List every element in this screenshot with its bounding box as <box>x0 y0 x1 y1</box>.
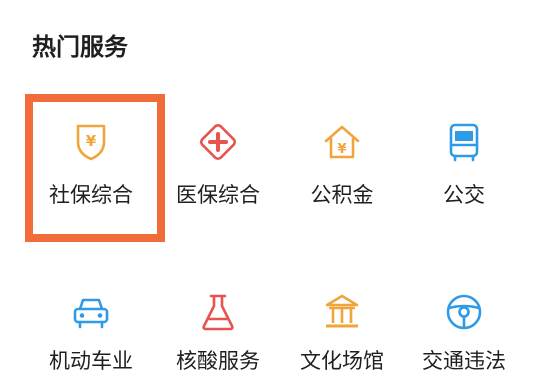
section-title: 热门服务 <box>32 33 128 61</box>
service-cultural-venue[interactable]: 文化场馆 <box>280 270 404 390</box>
social-security-shield-icon: ¥ <box>69 120 113 164</box>
housing-fund-house-icon: ¥ <box>320 120 364 164</box>
service-label: 文化场馆 <box>300 349 384 373</box>
bus-icon <box>442 120 486 164</box>
service-label: 核酸服务 <box>176 349 260 373</box>
service-bus[interactable]: 公交 <box>402 94 526 214</box>
svg-text:¥: ¥ <box>86 132 97 150</box>
svg-text:¥: ¥ <box>337 142 346 157</box>
services-row-2: 机动车业 核酸服务 文化场馆 交通违法 <box>25 270 522 390</box>
service-social-security[interactable]: ¥ 社保综合 <box>29 94 153 214</box>
service-vehicle[interactable]: 机动车业 <box>29 270 153 390</box>
service-label: 社保综合 <box>49 183 133 207</box>
service-label: 公交 <box>443 183 485 207</box>
service-housing-fund[interactable]: ¥ 公积金 <box>280 94 404 214</box>
medical-cross-icon <box>196 120 240 164</box>
service-nucleic-acid[interactable]: 核酸服务 <box>156 270 280 390</box>
museum-icon <box>320 290 364 334</box>
car-icon <box>69 290 113 334</box>
services-row-1: ¥ 社保综合 医保综合 ¥ 公积金 公交 <box>25 94 522 214</box>
service-label: 公积金 <box>310 183 374 207</box>
service-traffic-violation[interactable]: 交通违法 <box>402 270 526 390</box>
flask-icon <box>196 290 240 334</box>
steering-wheel-icon <box>442 290 486 334</box>
service-label: 医保综合 <box>176 183 260 207</box>
service-label: 交通违法 <box>422 349 506 373</box>
service-medical-insurance[interactable]: 医保综合 <box>156 94 280 214</box>
service-label: 机动车业 <box>49 349 133 373</box>
